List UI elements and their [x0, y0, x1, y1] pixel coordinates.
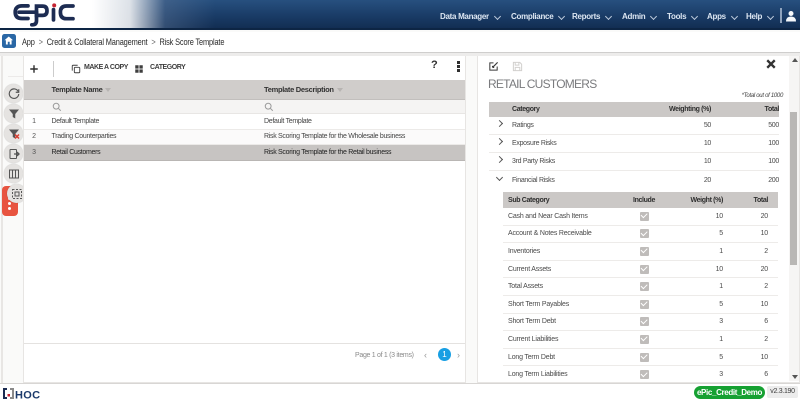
svg-text:HOC: HOC [15, 390, 40, 400]
